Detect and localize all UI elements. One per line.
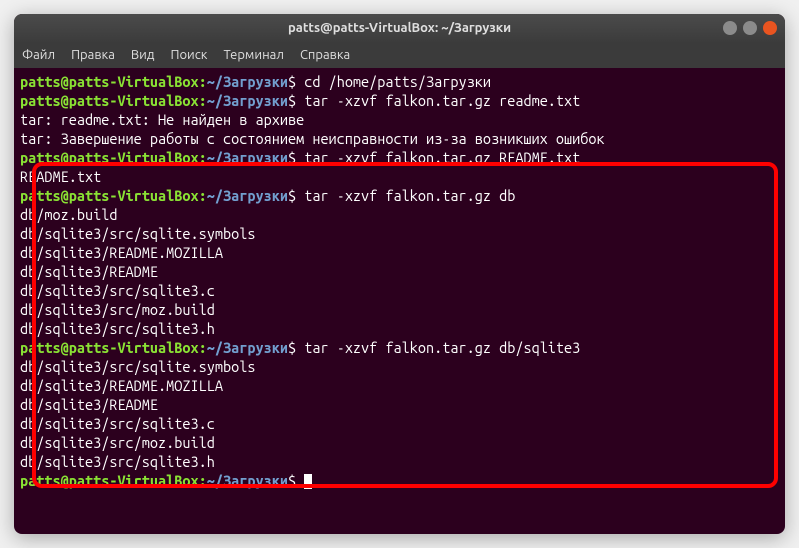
prompt-user: patts@patts-VirtualBox bbox=[20, 472, 199, 489]
minimize-button[interactable] bbox=[723, 21, 737, 35]
prompt-dollar: $ bbox=[288, 187, 296, 204]
output-line: tar: Завершение работы с состоянием неис… bbox=[20, 130, 605, 147]
menu-view[interactable]: Вид bbox=[131, 48, 155, 62]
prompt-path: ~/Загрузки bbox=[207, 149, 288, 166]
prompt-sep: : bbox=[199, 339, 207, 356]
output-line: db/sqlite3/src/moz.build bbox=[20, 434, 215, 451]
prompt-user: patts@patts-VirtualBox bbox=[20, 187, 199, 204]
output-line: README.txt bbox=[20, 168, 101, 185]
maximize-button[interactable] bbox=[743, 21, 757, 35]
cursor bbox=[304, 474, 312, 489]
output-line: db/sqlite3/src/moz.build bbox=[20, 301, 215, 318]
menu-edit[interactable]: Правка bbox=[71, 48, 115, 62]
prompt-user: patts@patts-VirtualBox bbox=[20, 149, 199, 166]
window-controls bbox=[723, 21, 777, 35]
menu-file[interactable]: Файл bbox=[22, 48, 55, 62]
output-line: db/sqlite3/README bbox=[20, 396, 158, 413]
output-line: db/sqlite3/src/sqlite3.h bbox=[20, 453, 215, 470]
terminal-window: patts@patts-VirtualBox: ~/Загрузки Файл … bbox=[14, 14, 785, 534]
menu-help[interactable]: Справка bbox=[300, 48, 350, 62]
menu-search[interactable]: Поиск bbox=[170, 48, 207, 62]
prompt-dollar: $ bbox=[288, 92, 296, 109]
cmd-1: cd /home/patts/Загрузки bbox=[296, 73, 491, 90]
prompt-sep: : bbox=[199, 149, 207, 166]
close-button[interactable] bbox=[763, 21, 777, 35]
cmd-6 bbox=[296, 472, 304, 489]
output-line: db/sqlite3/src/sqlite3.h bbox=[20, 320, 215, 337]
output-line: db/sqlite3/src/sqlite.symbols bbox=[20, 225, 255, 242]
output-line: db/sqlite3/README.MOZILLA bbox=[20, 377, 223, 394]
terminal-output[interactable]: patts@patts-VirtualBox:~/Загрузки$ cd /h… bbox=[14, 68, 785, 494]
prompt-path: ~/Загрузки bbox=[207, 472, 288, 489]
output-line: db/sqlite3/README bbox=[20, 263, 158, 280]
prompt-user: patts@patts-VirtualBox bbox=[20, 339, 199, 356]
prompt-sep: : bbox=[199, 92, 207, 109]
prompt-path: ~/Загрузки bbox=[207, 73, 288, 90]
prompt-dollar: $ bbox=[288, 339, 296, 356]
prompt-sep: : bbox=[199, 472, 207, 489]
output-line: db/sqlite3/README.MOZILLA bbox=[20, 244, 223, 261]
prompt-user: patts@patts-VirtualBox bbox=[20, 92, 199, 109]
cmd-3: tar -xzvf falkon.tar.gz README.txt bbox=[296, 149, 580, 166]
prompt-dollar: $ bbox=[288, 472, 296, 489]
cmd-5: tar -xzvf falkon.tar.gz db/sqlite3 bbox=[296, 339, 580, 356]
window-title: patts@patts-VirtualBox: ~/Загрузки bbox=[288, 21, 511, 35]
output-line: tar: readme.txt: Не найден в архиве bbox=[20, 111, 304, 128]
titlebar: patts@patts-VirtualBox: ~/Загрузки bbox=[14, 14, 785, 42]
prompt-sep: : bbox=[199, 73, 207, 90]
prompt-dollar: $ bbox=[288, 73, 296, 90]
menu-terminal[interactable]: Терминал bbox=[223, 48, 283, 62]
prompt-path: ~/Загрузки bbox=[207, 92, 288, 109]
output-line: db/sqlite3/src/sqlite3.c bbox=[20, 282, 215, 299]
output-line: db/moz.build bbox=[20, 206, 117, 223]
prompt-dollar: $ bbox=[288, 149, 296, 166]
cmd-2: tar -xzvf falkon.tar.gz readme.txt bbox=[296, 92, 580, 109]
output-line: db/sqlite3/src/sqlite3.c bbox=[20, 415, 215, 432]
output-line: db/sqlite3/src/sqlite.symbols bbox=[20, 358, 255, 375]
prompt-path: ~/Загрузки bbox=[207, 339, 288, 356]
prompt-path: ~/Загрузки bbox=[207, 187, 288, 204]
prompt-sep: : bbox=[199, 187, 207, 204]
cmd-4: tar -xzvf falkon.tar.gz db bbox=[296, 187, 515, 204]
menubar: Файл Правка Вид Поиск Терминал Справка bbox=[14, 42, 785, 68]
prompt-user: patts@patts-VirtualBox bbox=[20, 73, 199, 90]
